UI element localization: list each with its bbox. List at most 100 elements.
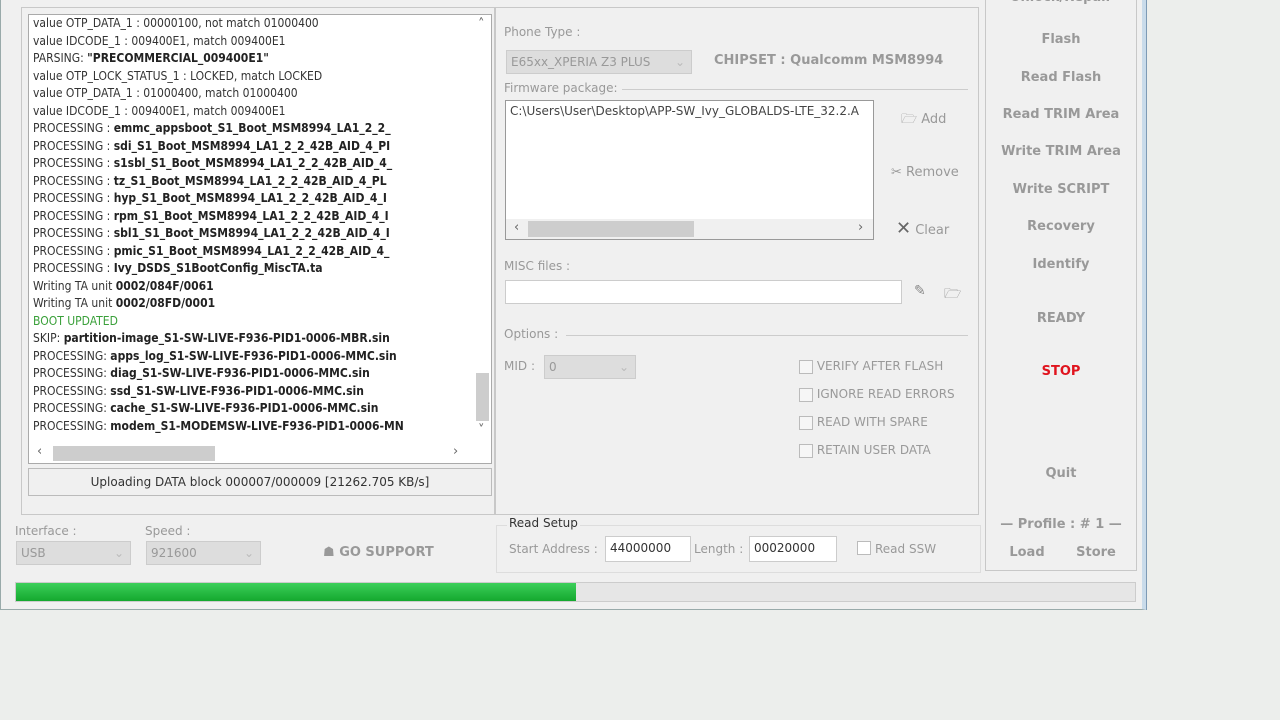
profile-text: Profile : # 1 — [1017, 517, 1105, 532]
log-prefix: PROCESSING: — [33, 348, 111, 363]
length-input[interactable]: 00020000 — [749, 536, 837, 562]
log-line: value IDCODE_1 : 009400E1, match 009400E… — [29, 103, 491, 121]
firmware-label: Firmware package: — [504, 81, 622, 95]
option-row[interactable]: RETAIN USER DATA — [799, 443, 931, 458]
log-lines: value OTP_DATA_1 : 00000100, not match 0… — [29, 15, 491, 435]
scroll-thumb[interactable] — [53, 446, 215, 461]
log-value: pmic_S1_Boot_MSM8994_LA1_2_2_42B_AID_4_ — [113, 243, 390, 258]
interface-label: Interface : — [15, 524, 77, 538]
log-line: PROCESSING: apps_log_S1-SW-LIVE-F936-PID… — [29, 348, 491, 366]
ready-status: READY — [1036, 311, 1086, 326]
options-label: Options : — [504, 327, 563, 341]
log-value: emmc_appsboot_S1_Boot_MSM8994_LA1_2_2_ — [113, 121, 391, 135]
pencil-icon[interactable]: ✎ — [914, 283, 926, 299]
log-box: value OTP_DATA_1 : 00000100, not match 0… — [28, 14, 492, 464]
scroll-right-icon[interactable]: › — [453, 444, 458, 459]
log-prefix: PROCESSING : — [33, 156, 114, 170]
stop-button[interactable]: STOP — [986, 364, 1136, 379]
action-write-trim-area-button[interactable]: Write TRIM Area — [986, 144, 1136, 159]
log-vertical-scrollbar[interactable]: ˄ ˅ — [474, 15, 491, 445]
log-line: Writing TA unit 0002/08FD/0001 — [29, 295, 491, 313]
log-value: sbl1_S1_Boot_MSM8994_LA1_2_2_42B_AID_4_I — [113, 226, 390, 240]
support-icon: ☗ — [323, 545, 335, 560]
log-prefix: PROCESSING : — [33, 261, 114, 275]
folder-icon[interactable]: 🗁 — [944, 283, 961, 307]
folder-icon: 🗁 — [901, 112, 918, 127]
phone-type-label: Phone Type : — [504, 25, 581, 39]
firmware-list[interactable]: C:\Users\User\Desktop\APP-SW_Ivy_GLOBALD… — [505, 100, 874, 240]
option-row[interactable]: IGNORE READ ERRORS — [799, 387, 955, 402]
misc-label: MISC files : — [504, 259, 571, 273]
clear-button[interactable]: ✕ Clear — [896, 218, 949, 239]
log-value: s1sbl_S1_Boot_MSM8994_LA1_2_2_42B_AID_4_ — [113, 156, 393, 170]
action-read-flash-button[interactable]: Read Flash — [986, 70, 1136, 85]
log-line: PROCESSING : hyp_S1_Boot_MSM8994_LA1_2_2… — [29, 190, 491, 208]
speed-select[interactable]: 921600 ⌄ — [146, 541, 261, 565]
read-ssw-checkbox[interactable] — [857, 541, 871, 555]
store-button[interactable]: Store — [1071, 545, 1121, 560]
quit-button[interactable]: Quit — [986, 466, 1136, 481]
interface-select[interactable]: USB ⌄ — [16, 541, 131, 565]
option-checkbox[interactable] — [799, 443, 813, 458]
remove-button[interactable]: ✂ Remove — [891, 165, 959, 180]
log-prefix: PROCESSING : — [33, 191, 114, 205]
option-label: RETAIN USER DATA — [816, 443, 931, 457]
phone-type-select[interactable]: E65xx_XPERIA Z3 PLUS ⌄ — [506, 50, 692, 74]
mid-select[interactable]: 0 ⌄ — [544, 355, 636, 379]
log-value: partition-image_S1-SW-LIVE-F936-PID1-000… — [63, 331, 390, 345]
option-row[interactable]: READ WITH SPARE — [799, 415, 928, 430]
mid-label: MID : — [504, 359, 535, 373]
misc-files-input[interactable] — [505, 280, 902, 304]
status-bar: Uploading DATA block 000007/000009 [2126… — [28, 468, 492, 496]
scroll-thumb[interactable] — [528, 221, 694, 237]
scroll-up-icon[interactable]: ˄ — [478, 17, 485, 32]
scroll-left-icon[interactable]: ‹ — [37, 444, 42, 459]
action-unlock-repair-button[interactable]: Unlock/Repair — [986, 0, 1136, 5]
firmware-hscrollbar[interactable]: ‹ › — [506, 219, 873, 239]
option-checkbox[interactable] — [799, 415, 813, 430]
add-label: Add — [921, 112, 947, 127]
go-support-button[interactable]: ☗ GO SUPPORT — [323, 545, 434, 560]
clear-label: Clear — [915, 223, 950, 238]
log-value: Ivy_DSDS_S1BootConfig_MiscTA.ta — [113, 261, 323, 275]
log-prefix: value OTP_DATA_1 : 01000400, match 01000… — [33, 86, 298, 100]
log-line: Writing TA unit 0002/084F/0061 — [29, 278, 491, 296]
action-identify-button[interactable]: Identify — [986, 257, 1136, 272]
log-line: PROCESSING : pmic_S1_Boot_MSM8994_LA1_2_… — [29, 243, 491, 261]
load-button[interactable]: Load — [1002, 545, 1052, 560]
log-line: value OTP_DATA_1 : 01000400, match 01000… — [29, 85, 491, 103]
firmware-path[interactable]: C:\Users\User\Desktop\APP-SW_Ivy_GLOBALD… — [506, 101, 873, 121]
log-value: sdi_S1_Boot_MSM8994_LA1_2_2_42B_AID_4_PI — [113, 138, 391, 153]
log-prefix: value OTP_LOCK_STATUS_1 : LOCKED, match … — [33, 68, 323, 83]
option-checkbox[interactable] — [799, 359, 813, 374]
divider — [566, 335, 968, 336]
speed-value: 921600 — [151, 546, 197, 560]
app-window: value OTP_DATA_1 : 00000100, not match 0… — [0, 0, 1146, 610]
log-value: hyp_S1_Boot_MSM8994_LA1_2_2_42B_AID_4_I — [113, 191, 387, 205]
log-prefix: PROCESSING : — [33, 173, 114, 188]
start-address-input[interactable]: 44000000 — [605, 536, 691, 562]
scroll-left-icon[interactable]: ‹ — [514, 220, 519, 235]
action-flash-button[interactable]: Flash — [986, 32, 1136, 47]
action-write-script-button[interactable]: Write SCRIPT — [986, 182, 1136, 197]
action-read-trim-area-button[interactable]: Read TRIM Area — [986, 107, 1136, 122]
log-prefix: PROCESSING : — [33, 226, 114, 240]
action-recovery-button[interactable]: Recovery — [986, 219, 1136, 234]
log-line: PROCESSING: diag_S1-SW-LIVE-F936-PID1-00… — [29, 365, 491, 383]
scroll-right-icon[interactable]: › — [858, 220, 863, 235]
option-row[interactable]: VERIFY AFTER FLASH — [799, 359, 943, 374]
option-checkbox[interactable] — [799, 387, 813, 402]
scroll-thumb[interactable] — [476, 373, 489, 421]
chevron-down-icon: ⌄ — [674, 55, 685, 69]
scroll-down-icon[interactable]: ˅ — [478, 423, 485, 438]
log-prefix: PROCESSING : — [33, 243, 114, 258]
add-button[interactable]: 🗁 Add — [901, 110, 946, 132]
log-line: value OTP_DATA_1 : 00000100, not match 0… — [29, 15, 491, 33]
log-value: rpm_S1_Boot_MSM8994_LA1_2_2_42B_AID_4_I — [113, 208, 389, 223]
log-value: 0002/08FD/0001 — [115, 296, 216, 310]
speed-label: Speed : — [145, 524, 191, 538]
log-horizontal-scrollbar[interactable]: ‹ › — [29, 443, 491, 463]
mid-value: 0 — [549, 360, 557, 374]
log-value: apps_log_S1-SW-LIVE-F936-PID1-0006-MMC.s… — [110, 348, 397, 363]
log-prefix: value OTP_DATA_1 : 00000100, not match 0… — [33, 16, 319, 30]
